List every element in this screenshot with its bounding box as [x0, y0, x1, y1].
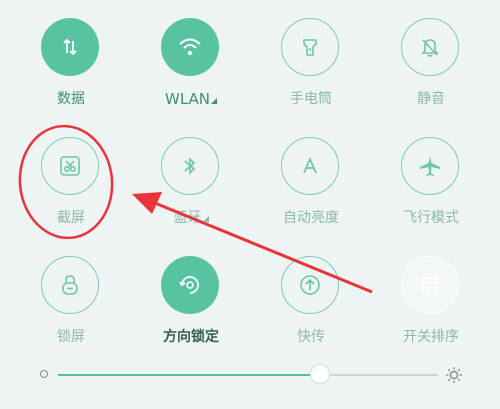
fast-transfer-label: 快传 — [297, 329, 325, 345]
sort-label: 开关排序 — [403, 329, 459, 345]
rotation-lock-label: 方向锁定 — [163, 329, 219, 345]
mute-label: 静音 — [417, 91, 445, 107]
wlan-label-wrap: WLAN — [141, 90, 241, 108]
quick-settings-panel: 数据 WLAN 手电筒 静音 截屏 蓝牙 自动亮度 飞行模式 锁屏 方向锁定 快… — [0, 0, 500, 409]
brightness-high-icon — [446, 367, 462, 383]
data-label: 数据 — [57, 91, 85, 107]
bluetooth-toggle-button[interactable] — [161, 137, 219, 195]
screenshot-toggle-button[interactable] — [41, 137, 99, 195]
flashlight-icon — [303, 39, 317, 56]
airplane-toggle-button[interactable] — [401, 137, 459, 195]
bluetooth-label-wrap: 蓝牙 — [141, 209, 241, 227]
bell-mute-icon — [421, 39, 439, 57]
mute-toggle-button[interactable] — [401, 18, 459, 76]
rotation-lock-toggle-button[interactable] — [161, 256, 219, 314]
auto-brightness-icon — [303, 156, 317, 174]
wifi-icon — [179, 38, 201, 56]
bluetooth-icon — [184, 157, 196, 175]
grid-sort-icon — [422, 277, 438, 293]
flashlight-label: 手电筒 — [290, 91, 332, 107]
fast-transfer-icon — [300, 275, 320, 295]
brightness-slider-fill — [58, 374, 321, 376]
brightness-slider-thumb[interactable] — [310, 364, 331, 384]
screenshot-scissors-icon — [60, 156, 80, 176]
lock-screen-label: 锁屏 — [57, 329, 85, 345]
rotation-lock-icon — [179, 276, 199, 294]
sort-toggle-button[interactable] — [401, 256, 459, 314]
screenshot-label: 截屏 — [57, 210, 85, 226]
lock-screen-toggle-button[interactable] — [41, 256, 99, 314]
bluetooth-caret-icon[interactable] — [202, 216, 209, 222]
wlan-toggle-button[interactable] — [161, 18, 219, 76]
auto-brightness-toggle-button[interactable] — [281, 137, 339, 195]
lock-icon — [62, 275, 78, 295]
wlan-caret-icon[interactable] — [211, 98, 217, 104]
brightness-slider-track[interactable] — [58, 374, 438, 376]
data-toggle-button[interactable] — [41, 18, 99, 76]
fast-transfer-toggle-button[interactable] — [281, 256, 339, 314]
data-arrows-icon — [63, 38, 77, 56]
airplane-label: 飞行模式 — [403, 210, 459, 226]
airplane-icon — [420, 156, 440, 176]
bluetooth-label: 蓝牙 — [173, 210, 202, 226]
wlan-label: WLAN — [164, 90, 210, 108]
flashlight-toggle-button[interactable] — [281, 18, 339, 76]
auto-brightness-label: 自动亮度 — [283, 210, 339, 226]
brightness-low-icon — [40, 370, 48, 378]
